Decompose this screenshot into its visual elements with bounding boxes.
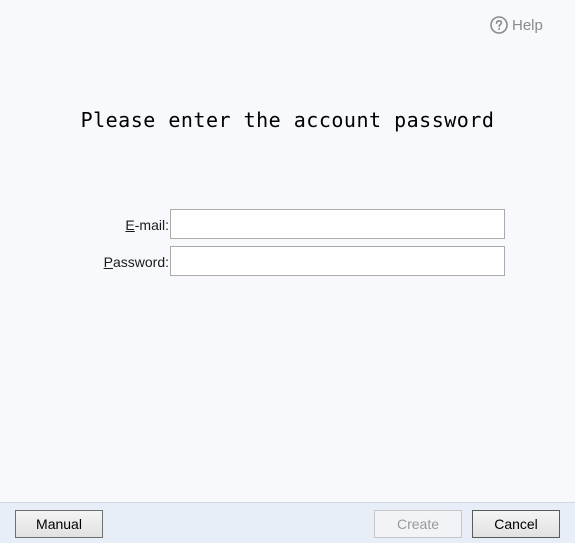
email-label-text: -mail: xyxy=(134,217,169,233)
page-title: Please enter the account password xyxy=(80,108,495,132)
help-link[interactable]: Help xyxy=(490,14,543,36)
email-row: E-mail: xyxy=(0,209,575,239)
password-field[interactable] xyxy=(170,246,505,276)
email-field[interactable] xyxy=(170,209,505,239)
help-label: Help xyxy=(512,16,543,34)
footer-bar: Manual Create Cancel xyxy=(0,502,575,543)
password-label: Password: xyxy=(104,246,169,276)
email-label: E-mail: xyxy=(125,209,169,239)
password-row: Password: xyxy=(0,246,575,276)
question-circle-icon xyxy=(490,16,508,34)
cancel-button[interactable]: Cancel xyxy=(472,510,560,538)
password-label-text: assword: xyxy=(112,254,169,270)
email-label-accelerator: E xyxy=(125,217,135,233)
password-label-accelerator: P xyxy=(103,254,113,270)
manual-button[interactable]: Manual xyxy=(15,510,103,538)
create-button[interactable]: Create xyxy=(374,510,462,538)
